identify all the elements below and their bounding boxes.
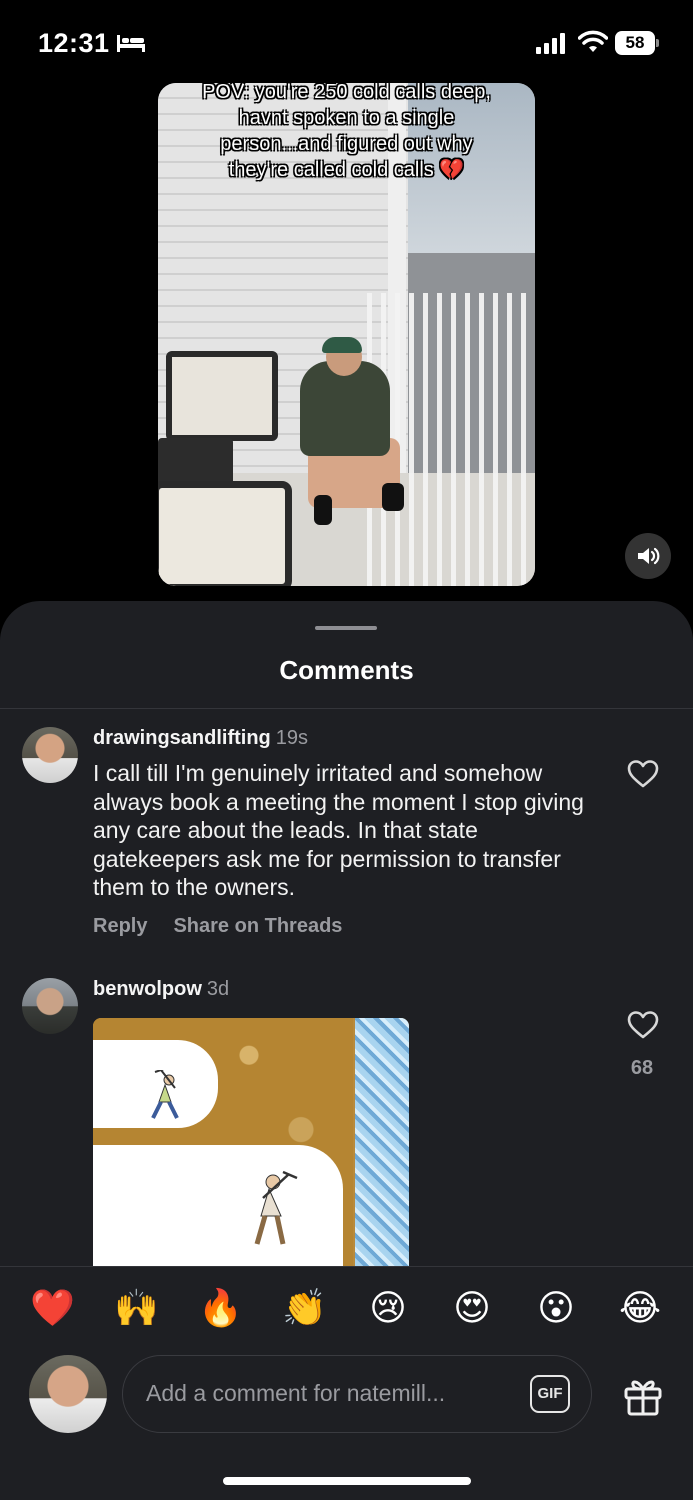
clock: 12:31 [38, 28, 110, 58]
home-indicator[interactable] [223, 1477, 471, 1485]
like-count: 68 [630, 1057, 654, 1079]
comment-time: 3d [206, 978, 230, 1000]
share-on-threads-button[interactable]: Share on Threads [173, 915, 342, 937]
heart-icon[interactable] [627, 1010, 659, 1040]
speaker-icon [638, 547, 660, 565]
sheet-title: Comments [279, 655, 414, 685]
reaction-laughing[interactable]: 😂 [618, 1287, 662, 1331]
divider [0, 1266, 693, 1267]
sound-toggle-button[interactable] [625, 533, 671, 579]
comment-username[interactable]: drawingsandlifting [93, 727, 271, 749]
reaction-clap[interactable]: 👏 [282, 1287, 327, 1331]
comment-placeholder: Add a comment for natemill... [146, 1380, 446, 1406]
reaction-fire[interactable]: 🔥 [198, 1287, 243, 1331]
divider [0, 708, 693, 709]
wifi-icon [578, 30, 608, 52]
reply-button[interactable]: Reply [93, 915, 147, 937]
comments-sheet: Comments drawingsandlifting 19s I call ti… [0, 601, 693, 1500]
status-bar: 12:31 58 [0, 0, 693, 86]
reaction-heart-eyes[interactable]: 😍 [450, 1287, 494, 1331]
sheet-grabber[interactable] [315, 626, 377, 630]
signal-icon [536, 33, 565, 54]
comment-input[interactable]: Add a comment for natemill... GIF [122, 1355, 592, 1433]
miner-figure [151, 1070, 179, 1119]
video-caption: POV: you're 250 cold calls deep, havnt s… [202, 83, 491, 181]
video-player[interactable]: POV: you're 250 cold calls deep, havnt s… [158, 83, 535, 586]
comment-image[interactable] [93, 1018, 409, 1266]
comment-time: 19s [275, 727, 309, 749]
miner-figure [254, 1170, 298, 1245]
reaction-raised-hands[interactable]: 🙌 [114, 1287, 159, 1331]
comment-username[interactable]: benwolpow [93, 978, 202, 1000]
battery-level: 58 [615, 31, 655, 55]
reaction-crying[interactable]: 😢 [366, 1287, 410, 1331]
my-avatar [29, 1355, 107, 1433]
avatar[interactable] [22, 978, 78, 1034]
comment-header[interactable]: drawingsandlifting 19s [93, 727, 308, 750]
gif-button[interactable]: GIF [530, 1375, 570, 1413]
comment-text: I call till I'm genuinely irritated and … [93, 760, 584, 900]
battery-icon: 58 [615, 31, 659, 55]
reaction-heart[interactable]: ❤️ [30, 1287, 75, 1331]
heart-icon[interactable] [627, 759, 659, 789]
reaction-surprised[interactable]: 😮 [534, 1287, 578, 1331]
comment-header[interactable]: benwolpow 3d [93, 978, 229, 1001]
gift-icon[interactable] [622, 1375, 664, 1417]
bed-icon [117, 35, 145, 52]
avatar[interactable] [22, 727, 78, 783]
comment-actions: Reply Share on Threads [93, 915, 368, 938]
